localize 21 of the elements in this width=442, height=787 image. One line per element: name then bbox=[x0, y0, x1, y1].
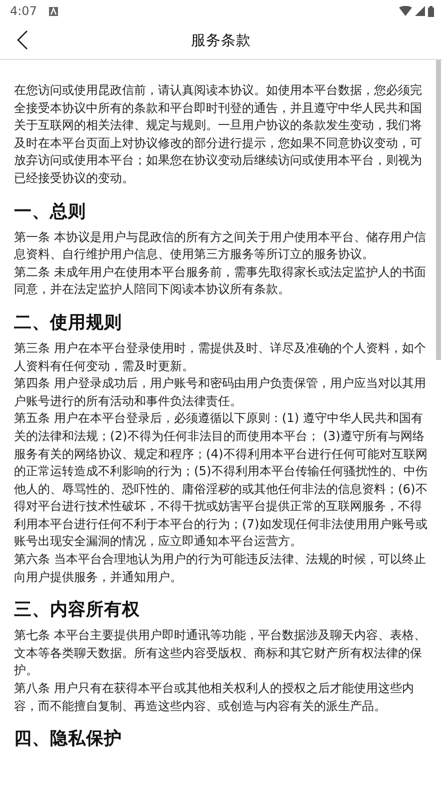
clause-paragraph: 第三条 用户在本平台登录使用时，需提供及时、详尽及准确的个人资料，如个人资料有任何变动，需及时更新。 bbox=[14, 340, 427, 375]
clause-paragraph: 第四条 用户登录成功后，用户账号和密码由用户负责保管，用户应当对以其用户账号进行的所有活动和事件负法律责任。 bbox=[14, 375, 427, 410]
wifi-icon bbox=[399, 6, 412, 16]
clause-paragraph: 第二条 未成年用户在使用本平台服务前，需事先取得家长或法定监护人的书面同意，并在法定监护人陪同下阅读本协议所有条款。 bbox=[14, 264, 427, 298]
clause-paragraph: 第六条 当本平台合理地认为用户的行为可能违反法律、法规的时候，可以终止向用户提供服务，并通知用户。 bbox=[14, 551, 427, 586]
section-heading: 二、使用规则 bbox=[14, 312, 123, 335]
page-title: 服务条款 bbox=[191, 32, 251, 50]
battery-icon bbox=[428, 6, 434, 16]
clause-paragraph: 第一条 本协议是用户与昆政信的所有方之间关于用户使用本平台、储存用户信息资料、自行维护用户信息、使用第三方服务等所订立的服务协议。 bbox=[14, 228, 427, 264]
intro-paragraph: 在您访问或使用昆政信前，请认真阅读本协议。如使用本平台数据，您必须完全接受本协议中所有的条款和平台即时刊登的通告，并且遵守中华人民共和国关于互联网的相关法律、规定与规则。一旦用户协议的条款发生变动，我们将及时在本平台页面上对协议修改的部分进行提示，您如果不同意协议变动，可放弃访问或使用本平台；如果您在协议变动后继续访问或使用本平台，则视为已经接受协议的变动。 bbox=[14, 82, 423, 187]
scrollbar-thumb[interactable] bbox=[436, 60, 441, 360]
clause-paragraph: 第七条 本平台主要提供用户即时通讯等功能，平台数据涉及聊天内容、表格、文本等各类聊天数据。所有这些内容受版权、商标和其它财产所有权法律的保护。 bbox=[14, 627, 427, 680]
section-heading: 三、内容所有权 bbox=[14, 599, 141, 622]
clause-paragraph: 第八条 用户只有在获得本平台或其他相关权利人的授权之后才能使用这些内容，而不能擅自复制、再造这些内容、或创造与内容有关的派生产品。 bbox=[14, 680, 415, 715]
section-heading: 一、总则 bbox=[14, 200, 87, 224]
notification-icon bbox=[48, 6, 58, 16]
clause-paragraph: 第五条 用户在本平台登录后，必须遵循以下原则：(1) 遵守中华人民共和国有关的法律和法规；(2)不得为任何非法目的而使用本平台； (3)遵守所有与网络服务有关的网络协议、规定和程序；(4)不得利用本平台进行任何可能对互联网的正常运转造成不利影响的行为；(5)不得利用本平台传输任何骚扰性的、中伤他人的、辱骂性的、恐吓性的、庸俗淫秽的或其他任何非法的信息资料；(6)不得对平台进行技术性破坏，不得干扰或妨害平台提供正常的互联网服务，不得利用本平台进行任何不利于本平台的行为；(7)如发现任何非法使用用户账号或账号出现安全漏洞的情况，应立即通知本平台运营方。 bbox=[14, 410, 428, 550]
section-heading: 四、隐私保护 bbox=[14, 728, 123, 752]
status-time: 4:07 bbox=[10, 4, 37, 18]
signal-icon bbox=[415, 6, 425, 16]
back-icon bbox=[16, 30, 28, 50]
